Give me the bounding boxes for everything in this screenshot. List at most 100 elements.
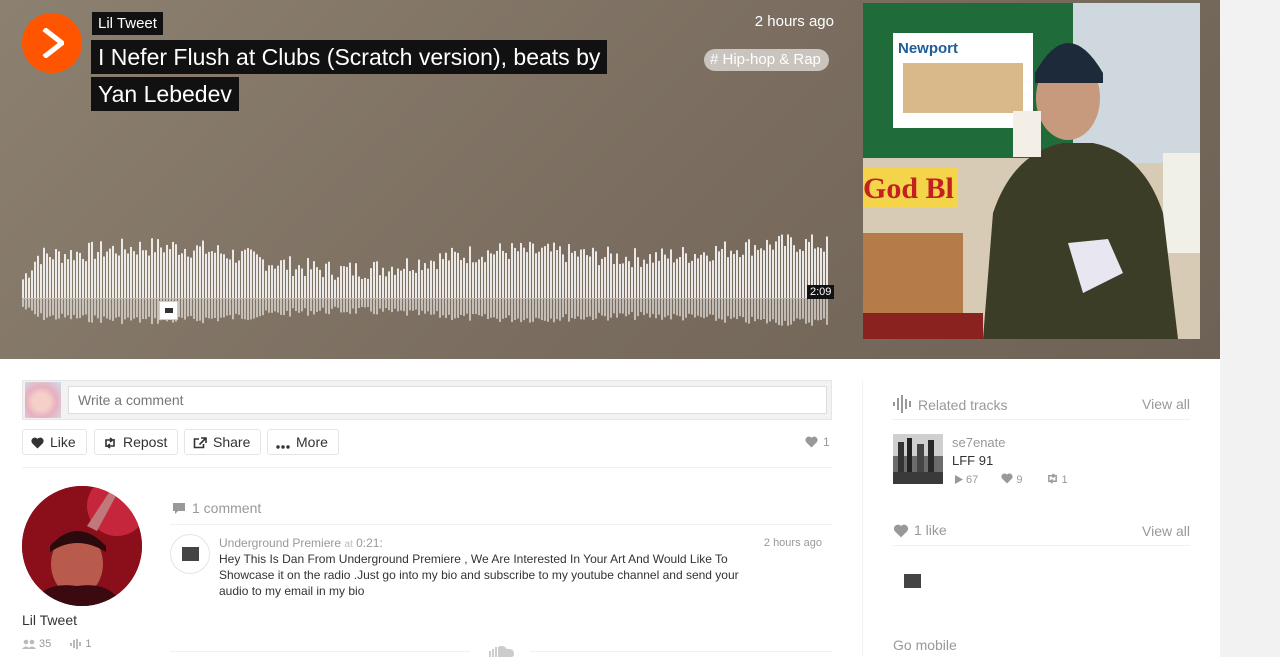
waveform-bar — [268, 265, 270, 298]
waveform-bar-reflection — [727, 299, 729, 317]
related-track-artwork[interactable] — [893, 434, 943, 484]
waveform-bar-reflection — [718, 299, 720, 319]
waveform-bar-reflection — [664, 299, 666, 318]
waveform-bar-reflection — [655, 299, 657, 319]
tracks-stat[interactable]: 1 — [70, 638, 99, 650]
like-count[interactable]: 1 — [805, 435, 830, 449]
waveform-bar-reflection — [526, 299, 528, 319]
waveform-bar-reflection — [523, 299, 525, 321]
related-track-title[interactable]: LFF 91 — [952, 453, 993, 468]
go-mobile-link[interactable]: Go mobile — [893, 637, 957, 653]
waveform-comment-marker[interactable] — [159, 301, 178, 320]
waveform-bar-reflection — [97, 299, 99, 319]
liker-avatar[interactable] — [893, 562, 933, 602]
waveform-bar-reflection — [139, 299, 141, 323]
waveform-bar-reflection — [724, 299, 726, 323]
commenter-avatar[interactable] — [170, 534, 210, 574]
waveform-bar-reflection — [826, 299, 828, 325]
waveform-bar — [787, 234, 789, 298]
waveform-bar — [559, 246, 561, 298]
waveform-bar-reflection — [376, 299, 378, 315]
waveform-bar — [448, 260, 450, 298]
reposts-stat[interactable]: 1 — [1046, 473, 1078, 486]
waveform-bar — [793, 245, 795, 298]
waveform-bar-reflection — [433, 299, 435, 315]
waveform-bar — [475, 262, 477, 298]
related-track-user[interactable]: se7enate — [952, 435, 1006, 450]
artist-link[interactable]: Lil Tweet — [92, 12, 163, 35]
track-title-line-2: Yan Lebedev — [91, 77, 239, 111]
waveform-bar-reflection — [763, 299, 765, 320]
waveform-bar — [610, 253, 612, 298]
waveform-bar — [199, 246, 201, 298]
more-button[interactable]: More — [267, 429, 339, 455]
waveform-bar-reflection — [739, 299, 741, 317]
waveform-bar — [484, 262, 486, 298]
waveform-bar — [631, 267, 633, 298]
likes-stat[interactable]: 9 — [1001, 473, 1032, 486]
waveform-bar — [289, 256, 291, 298]
waveform-bar-reflection — [364, 299, 366, 308]
waveform-bar-reflection — [472, 299, 474, 315]
waveform-bar-reflection — [37, 299, 39, 317]
share-button[interactable]: Share — [184, 429, 262, 455]
related-view-all-link[interactable]: View all — [1120, 396, 1190, 412]
waveform-bar-reflection — [808, 299, 810, 323]
waveform-bar — [421, 270, 423, 298]
waveform-bar — [25, 273, 27, 298]
waveform-bar — [415, 272, 417, 298]
waveform-bar-reflection — [730, 299, 732, 319]
waveform-bar-reflection — [505, 299, 507, 318]
waveform-bar-reflection — [346, 299, 348, 313]
repost-button[interactable]: Repost — [94, 429, 179, 455]
waveform-bar — [208, 251, 210, 298]
waveform-bar-reflection — [511, 299, 513, 323]
waveform-bar — [430, 260, 432, 298]
waveform-bar — [181, 253, 183, 298]
waveform-bar — [655, 252, 657, 298]
waveform-bar — [241, 250, 243, 298]
waveform-bar — [715, 245, 717, 298]
play-button[interactable] — [22, 13, 82, 73]
waveform-bar-reflection — [64, 299, 66, 318]
waveform-bar-reflection — [304, 299, 306, 309]
waveform-bar-reflection — [667, 299, 669, 316]
artist-avatar[interactable] — [22, 486, 142, 606]
waveform-bar — [583, 249, 585, 298]
waveform-bar-reflection — [91, 299, 93, 323]
comment-input[interactable] — [68, 386, 827, 414]
artist-name[interactable]: Lil Tweet — [22, 612, 77, 628]
tracks-count: 1 — [85, 638, 92, 650]
waveform-bar-reflection — [58, 299, 60, 319]
waveform-bar — [205, 253, 207, 298]
waveform-bar-reflection — [100, 299, 102, 323]
genre-tag[interactable]: # Hip-hop & Rap — [704, 49, 829, 71]
commenter-name[interactable]: Underground Premiere — [219, 536, 341, 550]
waveform-bar-reflection — [298, 299, 300, 313]
waveform-bar — [340, 265, 342, 298]
waveform-bar-reflection — [334, 299, 336, 307]
waveform-bar-reflection — [109, 299, 111, 320]
waveform[interactable] — [22, 232, 830, 327]
waveform-bar-reflection — [757, 299, 759, 320]
waveform-bar — [76, 251, 78, 298]
waveform-bar-reflection — [592, 299, 594, 321]
waveform-bar-reflection — [307, 299, 309, 316]
followers-stat[interactable]: 35 — [22, 638, 59, 650]
waveform-bar-reflection — [208, 299, 210, 319]
waveform-bar-reflection — [115, 299, 117, 318]
waveform-bar-reflection — [682, 299, 684, 321]
waveform-bar-reflection — [121, 299, 123, 324]
waveform-bar — [469, 246, 471, 298]
waveform-bar — [478, 259, 480, 298]
waveform-bar — [106, 251, 108, 298]
svg-text:Newport: Newport — [898, 40, 958, 57]
like-button[interactable]: Like — [22, 429, 87, 455]
comment-timestamp[interactable]: 0:21: — [356, 536, 383, 550]
waveform-bar-reflection — [760, 299, 762, 320]
waveform-bar — [124, 249, 126, 298]
waveform-bar — [379, 275, 381, 298]
likes-view-all-link[interactable]: View all — [1120, 523, 1190, 539]
waveform-bar-reflection — [151, 299, 153, 325]
waveform-bar — [394, 274, 396, 298]
